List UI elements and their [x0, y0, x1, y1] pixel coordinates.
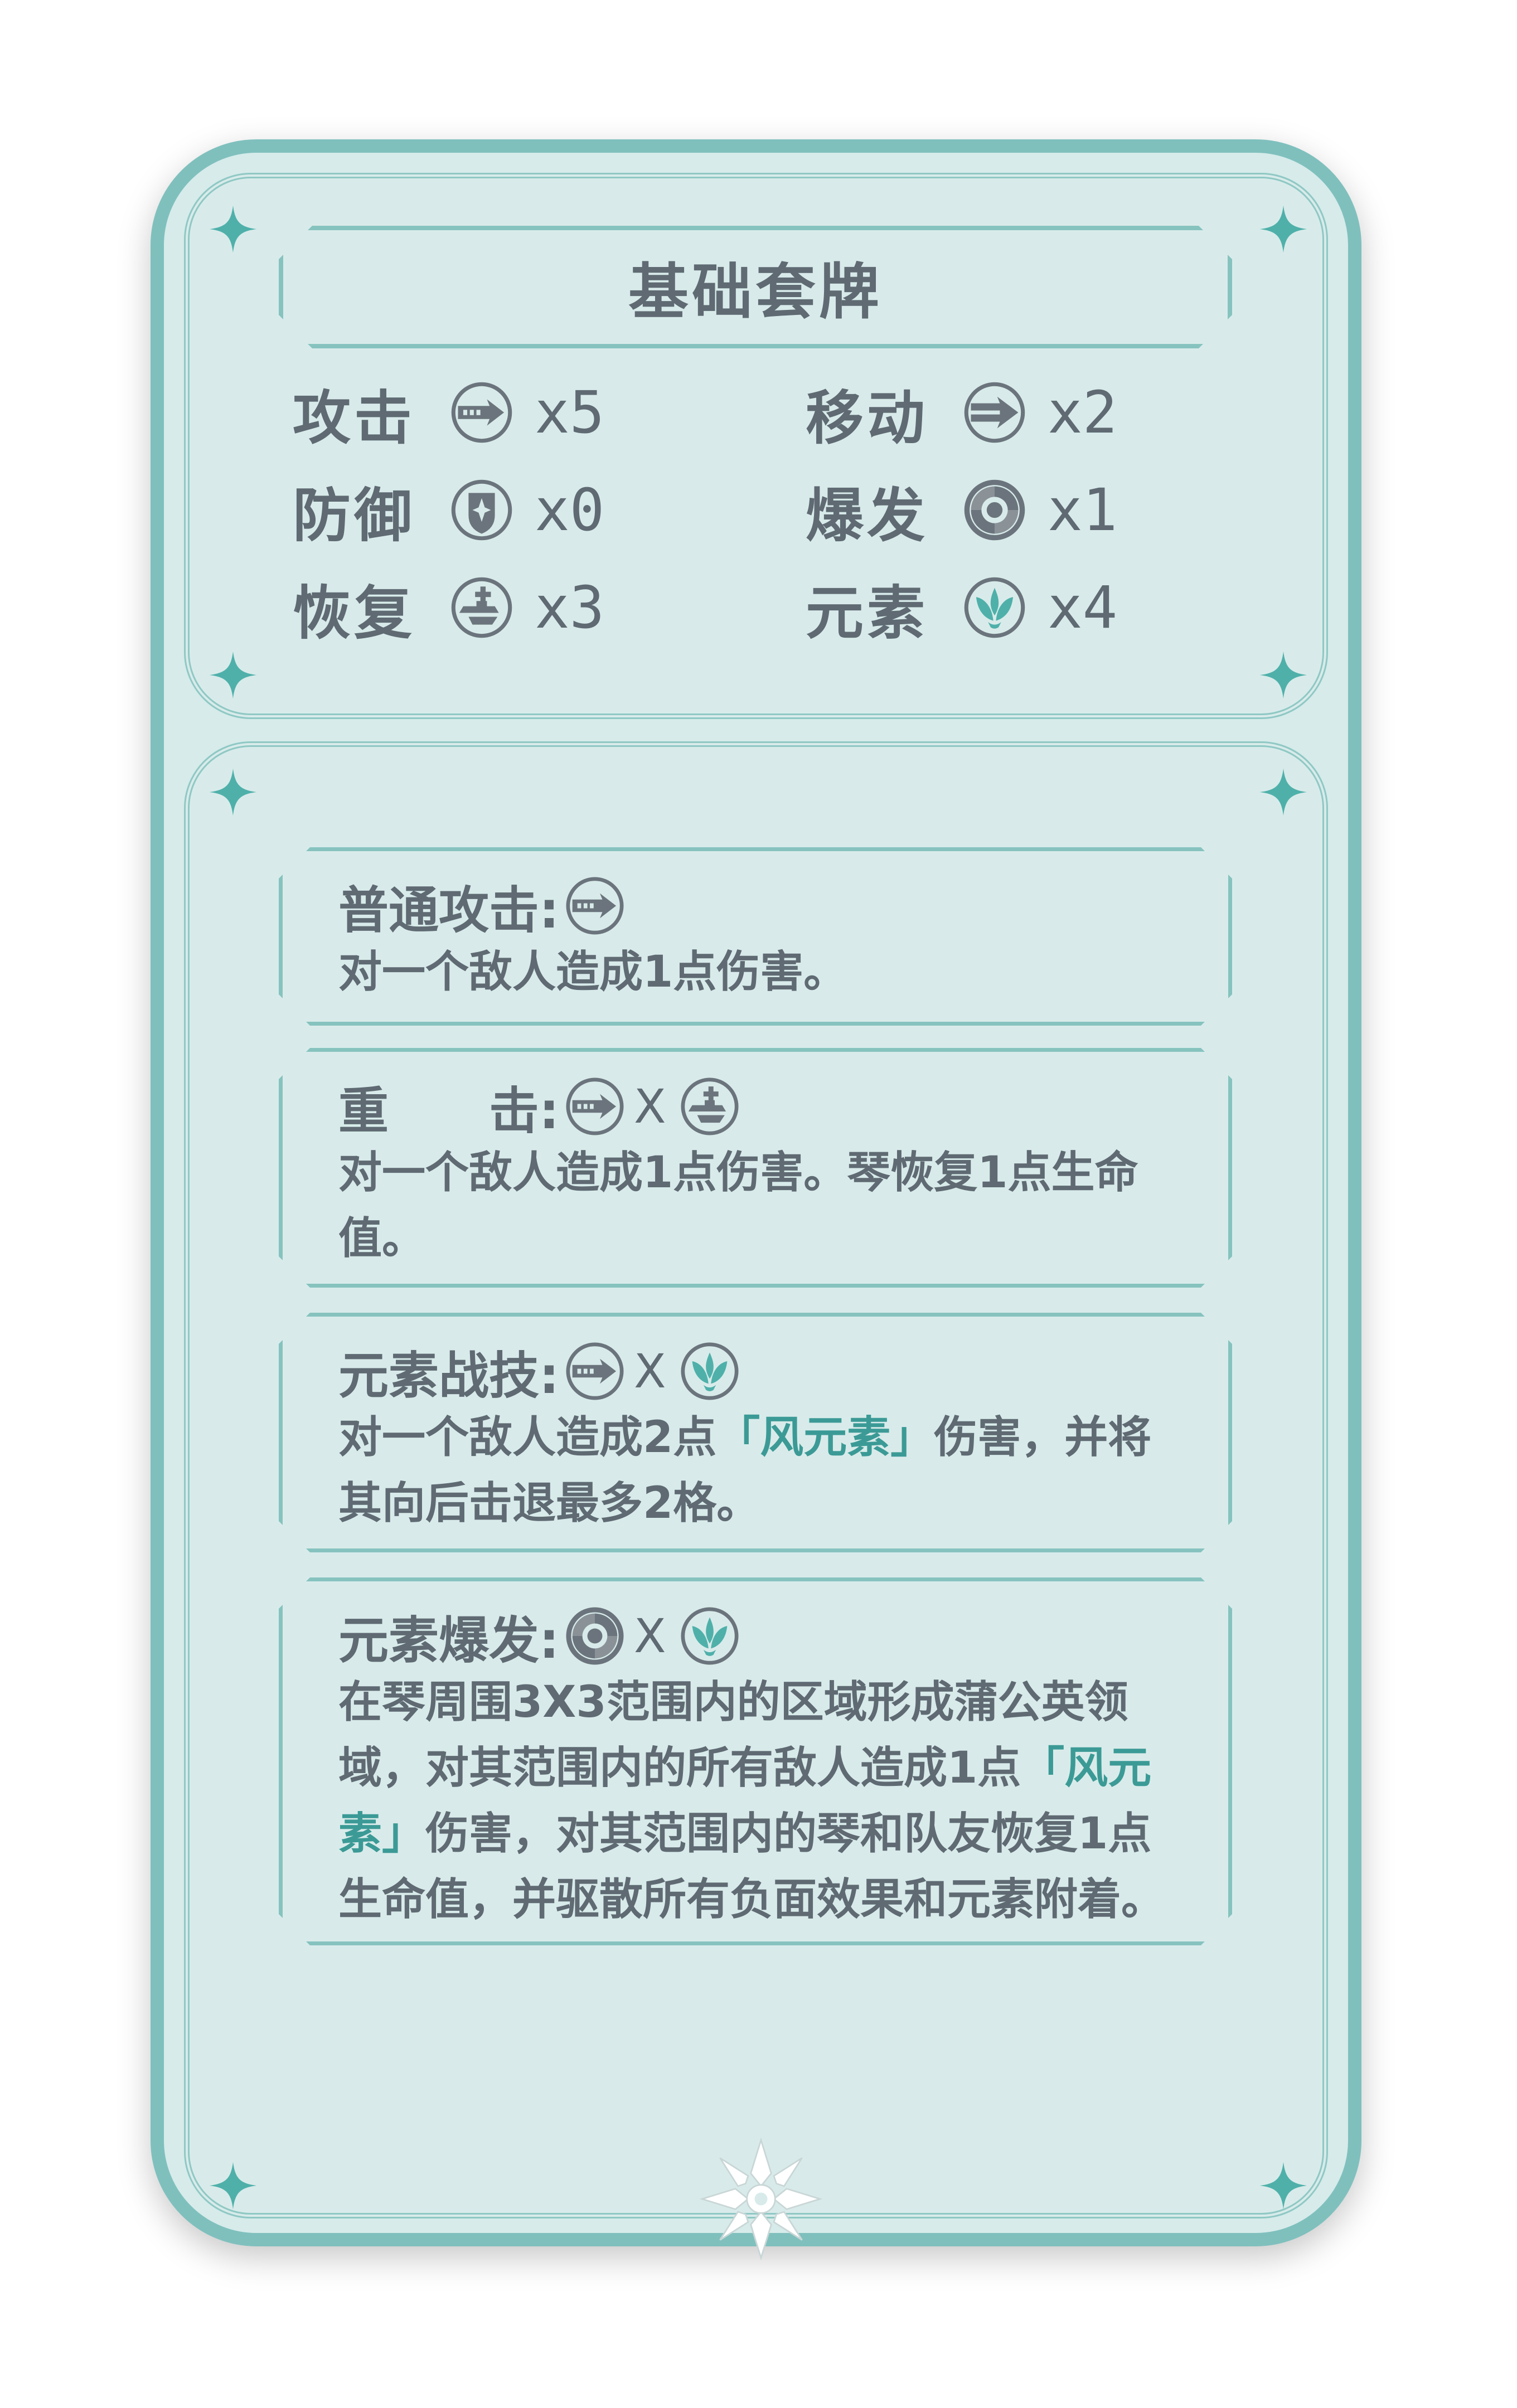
heal-icon — [678, 1075, 741, 1138]
sparkle-icon — [1258, 766, 1309, 818]
deck-title-banner: 基础套牌 — [279, 226, 1232, 348]
sparkle-icon — [207, 203, 259, 255]
skill-description: 对一个敌人造成2点「风元素」伤害，并将其向后击退最多2格。 — [338, 1412, 1152, 1528]
sparkle-icon — [207, 649, 259, 701]
burst-icon — [962, 477, 1028, 543]
anemo-icon — [678, 1605, 741, 1667]
stat-defense: 防御 x0 — [293, 476, 605, 550]
heal-icon — [449, 575, 515, 640]
move-icon — [962, 380, 1028, 445]
stat-attack: 攻击 x5 — [293, 378, 605, 452]
skill-normal-attack: 普通攻击: 对一个敌人造成1点伤害。 — [279, 847, 1232, 1026]
defense-icon — [449, 477, 515, 543]
stat-element: 元素 x4 — [806, 574, 1118, 647]
skill-elemental-skill: 元素战技: X 对一个敌人造成2点「风元素」伤害，并将其向后击退最多2格。 — [279, 1313, 1232, 1552]
attack-icon — [564, 1340, 626, 1402]
stat-move: 移动 x2 — [806, 378, 1118, 452]
stat-heal: 恢复 x3 — [293, 574, 605, 647]
sparkle-icon — [207, 2160, 259, 2211]
anemo-icon — [678, 1340, 741, 1402]
skill-description: 在琴周围3X3范围内的区域形成蒲公英领域，对其范围内的所有敌人造成1点「风元素」… — [338, 1677, 1165, 1925]
attack-icon — [564, 1075, 626, 1138]
sparkle-icon — [207, 766, 259, 818]
sparkle-icon — [1258, 2160, 1309, 2211]
deck-title: 基础套牌 — [628, 258, 883, 327]
burst-icon — [564, 1605, 626, 1667]
anemo-element-tag: 「风元素」 — [716, 1412, 934, 1463]
skill-name: 重 击: — [338, 1082, 559, 1140]
anemo-icon — [962, 575, 1028, 640]
attack-icon — [564, 875, 626, 937]
skill-name: 元素爆发: — [338, 1611, 559, 1670]
sparkle-icon — [1258, 203, 1309, 255]
skill-heavy-attack: 重 击: X 对一个敌人造成1点伤害。琴恢复1点生命值。 — [279, 1048, 1232, 1288]
skill-elemental-burst: 元素爆发: X 在琴周围3X3范围内的区域形成蒲公英领域，对其范围内的所有敌人造… — [279, 1577, 1232, 1945]
skill-name: 普通攻击: — [338, 881, 559, 940]
dandelion-emblem-icon — [697, 2135, 825, 2263]
attack-icon — [449, 380, 515, 445]
skill-name: 元素战技: — [338, 1347, 559, 1405]
skill-description: 对一个敌人造成1点伤害。 — [338, 947, 847, 997]
stat-burst: 爆发 x1 — [806, 476, 1118, 550]
sparkle-icon — [1258, 649, 1309, 701]
skill-description: 对一个敌人造成1点伤害。琴恢复1点生命值。 — [338, 1148, 1138, 1264]
